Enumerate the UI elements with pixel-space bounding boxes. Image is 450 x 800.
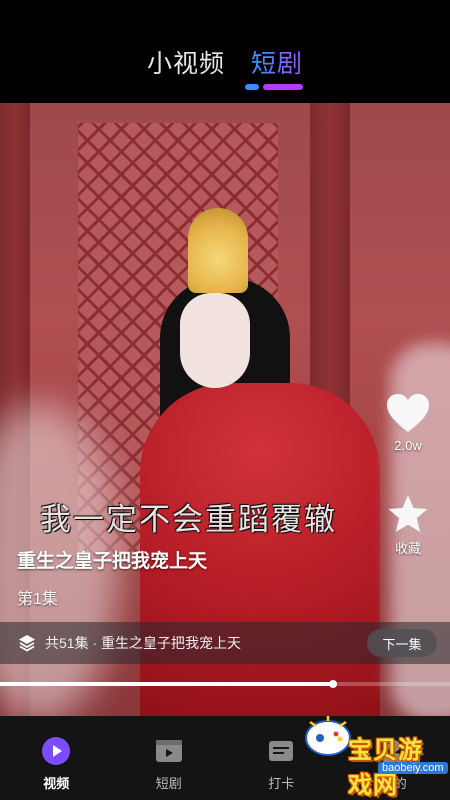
scene-figure-crown bbox=[188, 208, 248, 293]
collect-button[interactable]: 收藏 bbox=[378, 494, 438, 557]
progress-fill bbox=[0, 682, 333, 686]
nav-label: 打卡 bbox=[268, 776, 295, 791]
star-icon bbox=[388, 495, 428, 532]
tab-short-drama[interactable]: 短剧 bbox=[251, 44, 303, 80]
checkin-icon bbox=[269, 741, 294, 761]
site-watermark: 宝贝游戏网 baobeiy.com bbox=[296, 710, 448, 799]
progress-knob[interactable] bbox=[329, 680, 337, 688]
play-circle-icon bbox=[42, 737, 71, 765]
series-info: 共51集 · 重生之皇子把我宠上天 bbox=[45, 635, 242, 651]
like-button[interactable]: 2.0w bbox=[378, 392, 438, 453]
collect-label: 收藏 bbox=[394, 541, 421, 556]
tab-indicator-dot bbox=[245, 84, 259, 90]
series-bar[interactable]: 共51集 · 重生之皇子把我宠上天 下一集 bbox=[0, 622, 450, 664]
episode-label: 第1集 bbox=[17, 591, 58, 608]
layers-icon bbox=[19, 635, 35, 652]
scene-figure-face bbox=[180, 293, 250, 388]
nav-label: 视频 bbox=[43, 776, 70, 791]
film-icon bbox=[155, 740, 182, 762]
watermark-url: baobeiy.com bbox=[378, 762, 448, 774]
video-subtitle: 我一定不会重蹈覆辙 bbox=[40, 502, 337, 538]
nav-label: 短剧 bbox=[155, 776, 182, 791]
tab-indicator bbox=[245, 84, 303, 90]
gamepad-logo-icon bbox=[305, 716, 351, 756]
nav-item-video[interactable]: 视频 bbox=[0, 716, 113, 800]
top-header: 小视频 短剧 bbox=[0, 0, 450, 103]
next-episode-button[interactable]: 下一集 bbox=[367, 629, 437, 657]
like-count: 2.0w bbox=[394, 438, 422, 453]
top-tabs: 小视频 短剧 bbox=[0, 44, 450, 80]
heart-icon bbox=[387, 394, 429, 432]
video-progress[interactable] bbox=[0, 680, 450, 688]
drama-title[interactable]: 重生之皇子把我宠上天 bbox=[17, 546, 207, 573]
tab-indicator-bar bbox=[263, 84, 303, 90]
tab-short-video[interactable]: 小视频 bbox=[147, 44, 225, 80]
nav-item-drama[interactable]: 短剧 bbox=[113, 716, 226, 800]
